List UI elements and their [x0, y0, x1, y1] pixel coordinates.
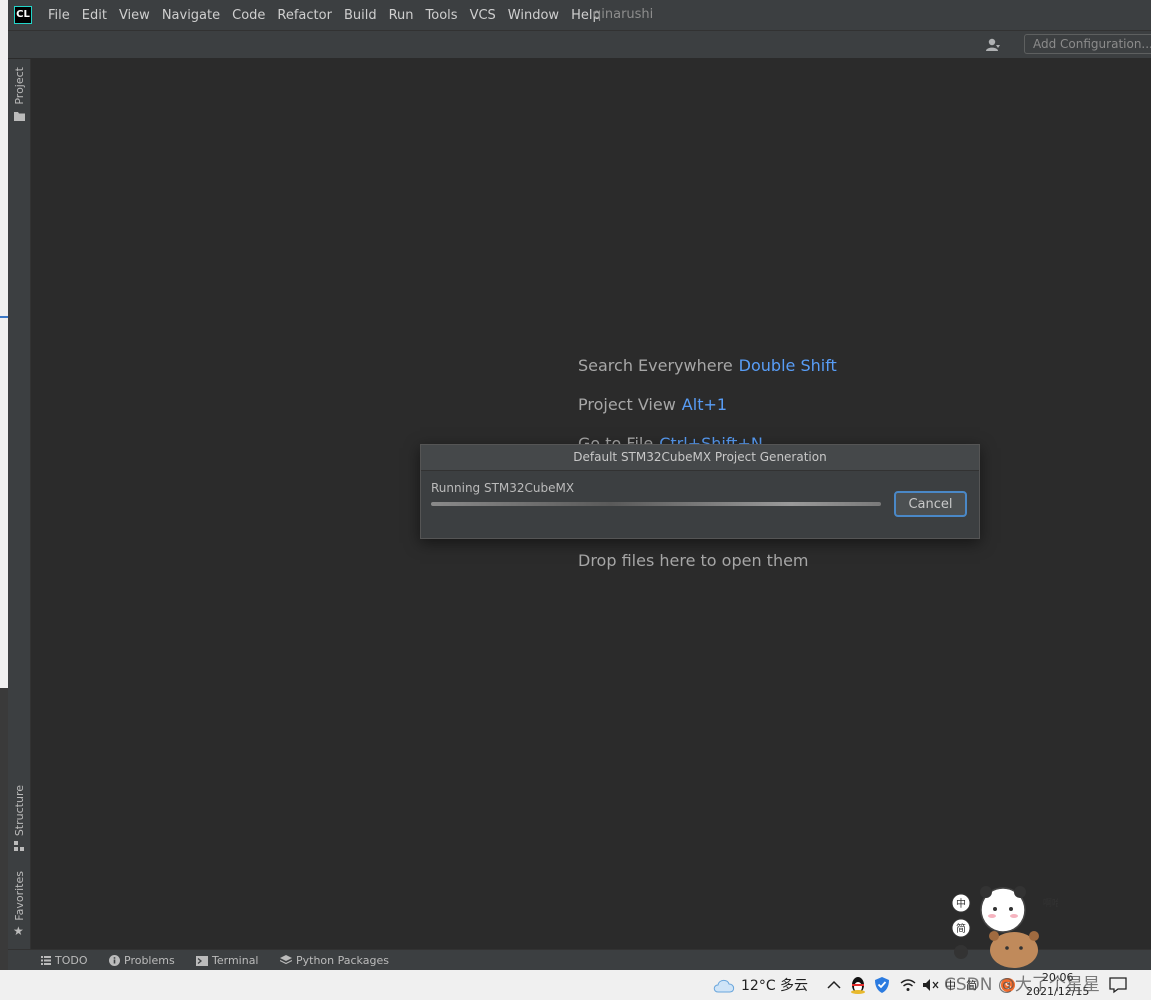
structure-icon	[14, 841, 24, 851]
menu-window[interactable]: Window	[502, 8, 565, 23]
svg-text:中: 中	[956, 897, 966, 910]
sticker-text: 啊哈	[1043, 897, 1058, 909]
weather-widget[interactable]: 12°C 多云	[713, 970, 808, 1000]
svg-text:简: 简	[956, 922, 966, 935]
progress-fill	[431, 502, 881, 506]
cancel-button[interactable]: Cancel	[894, 491, 967, 517]
desktop-background	[0, 0, 8, 970]
tab-structure-label: Structure	[13, 785, 26, 837]
left-tool-strip: Project Structure Favorites ★	[8, 59, 31, 949]
chevron-up-icon[interactable]	[827, 970, 841, 1000]
wifi-icon[interactable]	[900, 970, 916, 1000]
folder-icon	[14, 112, 25, 121]
tab-structure[interactable]: Structure	[8, 785, 30, 853]
info-icon	[109, 955, 120, 966]
tab-project-label: Project	[13, 67, 26, 105]
tool-python-packages-label: Python Packages	[296, 954, 389, 967]
hint-project-view: Project View Alt+1	[578, 395, 727, 414]
menu-code[interactable]: Code	[226, 8, 271, 23]
app-logo: CL	[14, 6, 32, 24]
main-menu: File Edit View Navigate Code Refactor Bu…	[42, 0, 607, 30]
menu-tools[interactable]: Tools	[420, 8, 464, 23]
menu-view[interactable]: View	[113, 8, 156, 23]
menu-build[interactable]: Build	[338, 8, 383, 23]
cloud-icon	[713, 979, 735, 993]
user-icon[interactable]	[985, 37, 1001, 53]
tab-project[interactable]: Project	[8, 67, 30, 125]
tool-terminal[interactable]: Terminal	[196, 950, 259, 971]
hint-shortcut: Double Shift	[738, 356, 837, 375]
progress-bar	[431, 502, 881, 506]
menu-refactor[interactable]: Refactor	[271, 8, 338, 23]
hint-label: Project View	[578, 395, 676, 414]
menu-file[interactable]: File	[42, 8, 76, 23]
desktop-window-edge	[0, 316, 8, 318]
hint-shortcut: Alt+1	[681, 395, 728, 414]
add-configuration-button[interactable]: Add Configuration...	[1024, 34, 1151, 54]
hint-search-everywhere: Search Everywhere Double Shift	[578, 356, 837, 375]
dialog-status-text: Running STM32CubeMX	[431, 481, 575, 495]
hint-drop-files: Drop files here to open them	[578, 551, 809, 570]
tool-problems-label: Problems	[124, 954, 175, 967]
speaker-icon[interactable]	[922, 970, 940, 1000]
sticker-overlay: 中 简 啊哈	[948, 882, 1061, 970]
tool-problems[interactable]: Problems	[109, 950, 175, 971]
panda-sticker-image: 中 简 啊哈	[951, 886, 1061, 968]
menu-vcs[interactable]: VCS	[464, 8, 502, 23]
watermark: CSDN @大了个星星	[944, 975, 1100, 995]
progress-dialog: Default STM32CubeMX Project Generation R…	[420, 444, 980, 539]
terminal-icon	[196, 955, 208, 966]
hint-label: Search Everywhere	[578, 356, 733, 375]
dialog-title[interactable]: Default STM32CubeMX Project Generation	[421, 445, 979, 471]
menu-navigate[interactable]: Navigate	[156, 8, 226, 23]
tool-terminal-label: Terminal	[212, 954, 259, 967]
menu-edit[interactable]: Edit	[76, 8, 113, 23]
desktop-image	[0, 688, 8, 970]
tab-favorites[interactable]: Favorites ★	[8, 871, 30, 941]
notification-icon[interactable]	[1108, 970, 1128, 1000]
tab-favorites-label: Favorites	[13, 871, 26, 921]
list-icon	[41, 956, 51, 965]
menu-bar: CL File Edit View Navigate Code Refactor…	[8, 0, 1151, 31]
hint-label: Drop files here to open them	[578, 551, 809, 570]
layers-icon	[280, 955, 292, 965]
shield-icon[interactable]	[874, 970, 890, 1000]
tool-python-packages[interactable]: Python Packages	[280, 950, 389, 971]
tool-todo[interactable]: TODO	[41, 950, 88, 971]
project-name: qinarushi	[593, 7, 654, 22]
weather-text: 12°C 多云	[741, 978, 809, 994]
star-icon: ★	[13, 924, 24, 938]
navigation-toolbar: Add Configuration...	[8, 31, 1151, 59]
penguin-icon[interactable]	[850, 970, 866, 1000]
menu-run[interactable]: Run	[383, 8, 420, 23]
tool-todo-label: TODO	[55, 954, 88, 967]
